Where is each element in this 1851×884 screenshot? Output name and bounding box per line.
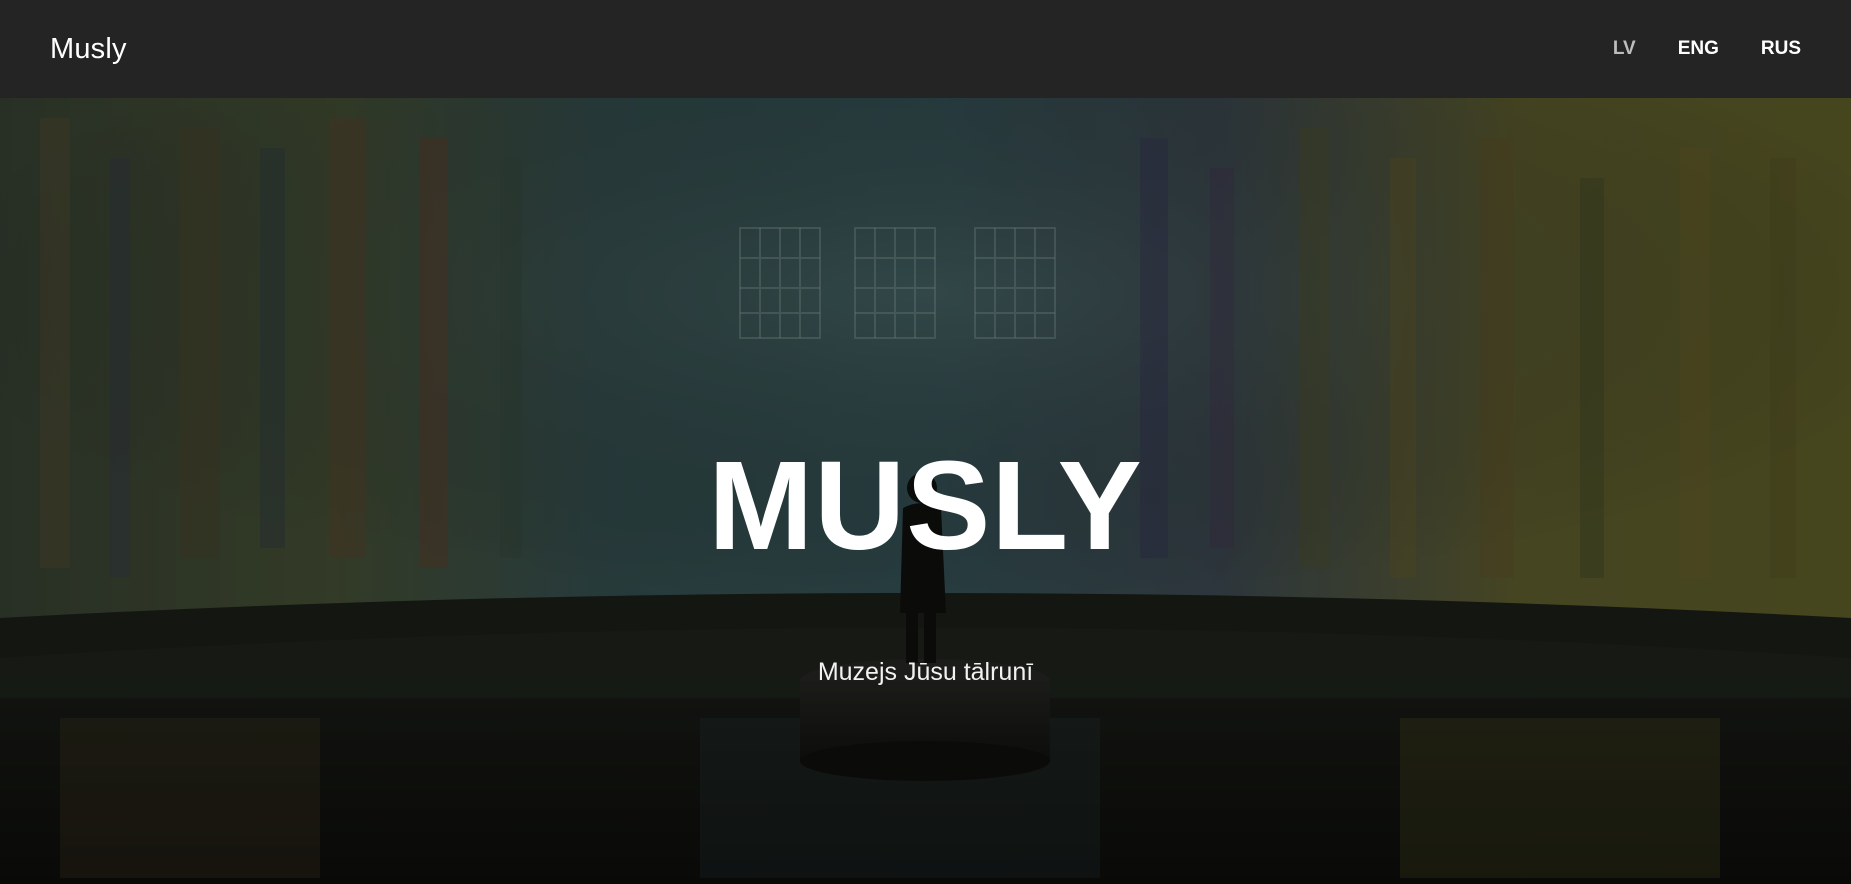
hero-subtitle: Muzejs Jūsu tālrunī bbox=[817, 658, 1034, 686]
brand-logo-link[interactable]: Musly bbox=[50, 33, 127, 66]
hero-title: MUSLY bbox=[708, 435, 1143, 576]
lang-eng-link[interactable]: ENG bbox=[1678, 38, 1719, 60]
lang-rus-link[interactable]: RUS bbox=[1761, 38, 1801, 60]
lang-lv-link[interactable]: LV bbox=[1613, 38, 1636, 60]
language-switcher: LV ENG RUS bbox=[1571, 38, 1801, 60]
hero-section: MUSLY Muzejs Jūsu tālrunī bbox=[0, 98, 1851, 884]
top-navbar: Musly LV ENG RUS bbox=[0, 0, 1851, 98]
